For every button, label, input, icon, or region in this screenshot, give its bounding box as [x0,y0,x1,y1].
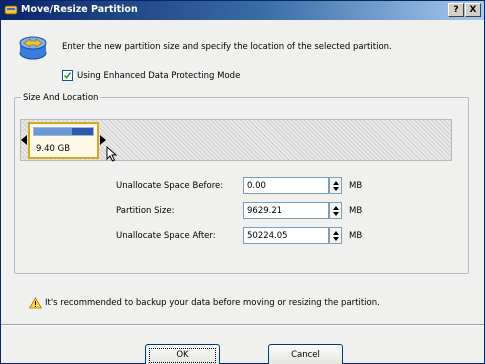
protect-mode-checkbox[interactable] [62,70,73,81]
partition-usage-fill [34,128,73,135]
resize-right-handle[interactable] [100,135,106,145]
spin-up-icon[interactable] [333,181,339,185]
warning-icon [29,297,42,309]
ok-button[interactable]: OK [145,344,220,364]
before-label: Unallocate Space Before: [116,181,224,191]
before-unit: MB [349,181,363,191]
spin-up-icon[interactable] [333,206,339,210]
spin-down-icon[interactable] [333,212,339,216]
title-bar: Move/Resize Partition ? X [1,1,484,20]
window-title: Move/Resize Partition [21,4,138,15]
size-unit: MB [349,206,363,216]
spin-down-icon[interactable] [333,237,339,241]
warning-text: It's recommended to backup your data bef… [45,298,380,308]
space-before-input[interactable] [243,177,329,194]
button-separator [1,324,484,326]
space-after-input[interactable] [243,227,329,244]
cancel-button[interactable]: Cancel [268,344,343,364]
after-label: Unallocate Space After: [116,231,216,241]
move-resize-partition-icon [19,36,47,60]
close-button[interactable]: X [465,3,481,17]
after-unit: MB [349,231,363,241]
group-title: Size And Location [21,93,101,103]
focus-rectangle [149,348,216,363]
spin-down-icon[interactable] [333,187,339,191]
partition-usage-bar [33,127,94,136]
resize-left-handle[interactable] [21,135,27,145]
space-before-spinner[interactable] [329,177,342,194]
help-button[interactable]: ? [448,3,464,17]
mouse-cursor-icon [106,146,118,162]
size-label: Partition Size: [116,206,175,216]
partition-app-icon [4,5,18,15]
checkmark-icon [63,72,72,80]
partition-size-spinner[interactable] [329,202,342,219]
spin-up-icon[interactable] [333,231,339,235]
cancel-label: Cancel [291,350,320,360]
protect-mode-label[interactable]: Using Enhanced Data Protecting Mode [77,71,240,81]
partition-size-input[interactable] [243,202,329,219]
instructions-text: Enter the new partition size and specify… [62,42,392,52]
move-resize-dialog: Move/Resize Partition ? X Enter the new … [0,0,485,364]
space-after-spinner[interactable] [329,227,342,244]
partition-block[interactable]: 9.40 GB [28,122,99,159]
partition-size-label: 9.40 GB [36,144,71,154]
dialog-body: Enter the new partition size and specify… [1,20,484,364]
